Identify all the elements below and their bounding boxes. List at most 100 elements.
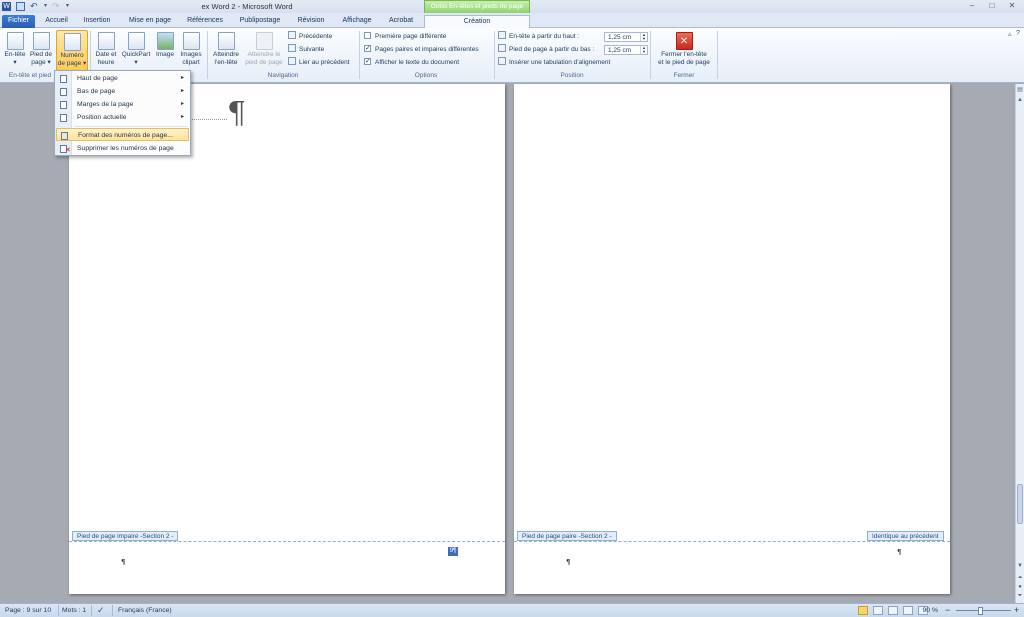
status-divider (58, 605, 59, 616)
clipart-button[interactable]: Images clipart (178, 30, 204, 72)
page-odd[interactable]: ¶ Pied de page impaire -Section 2 - 9¶ ¶ (69, 84, 505, 594)
current-position-icon (60, 114, 67, 122)
numero-de-page-button[interactable]: Numéro de page ▾ (56, 30, 88, 72)
suivante-button[interactable]: Suivante (288, 44, 324, 55)
fermer-entete-button[interactable]: ✕ Fermer l'en-tête et le pied de page (653, 30, 715, 72)
menu-item-position-actuelle[interactable]: Position actuelle ▸ (56, 111, 189, 124)
pied-bas-label: Pied de page à partir du bas : (509, 46, 595, 53)
goto-header-icon (217, 32, 235, 50)
atteindre-pied-button[interactable]: Atteindre le pied de page (243, 30, 285, 72)
tab-fichier[interactable]: Fichier (2, 15, 35, 28)
help-icon[interactable]: ? (1016, 30, 1020, 37)
previous-page-icon[interactable]: ⏶ (1016, 574, 1024, 583)
outline-view-icon[interactable] (903, 606, 913, 615)
menu-item-bas-de-page[interactable]: Bas de page ▸ (56, 85, 189, 98)
tab-affichage[interactable]: Affichage (336, 15, 378, 28)
tab-creation[interactable]: Création (424, 15, 530, 29)
spinner-arrows-icon[interactable]: ▲ ▼ (640, 46, 647, 54)
print-layout-view-icon[interactable] (858, 606, 868, 615)
word-count[interactable]: Mots : 1 (62, 604, 86, 617)
entete-button[interactable]: En-tête ▾ (2, 30, 28, 72)
group-label-fermer: Fermer (673, 72, 695, 79)
language-indicator[interactable]: Français (France) (118, 604, 172, 617)
title-bar: W ↶ ▾ ↷ ▾ ex Word 2 - Microsoft Word Out… (0, 0, 1024, 13)
tab-insertion[interactable]: Insertion (78, 15, 116, 28)
proofing-icon[interactable]: ✓ (97, 604, 105, 617)
web-layout-view-icon[interactable] (888, 606, 898, 615)
atteindre-pied-label-2: pied de page (245, 58, 283, 66)
zoom-level[interactable]: 90 % (920, 604, 939, 617)
zoom-in-icon[interactable]: + (1014, 604, 1019, 617)
menu-item-label: Bas de page (77, 88, 116, 95)
menu-item-label: Haut de page (77, 75, 118, 82)
tab-references[interactable]: Références (183, 15, 227, 28)
afficher-texte-checkbox[interactable]: Afficher le texte du document (364, 56, 459, 68)
premiere-page-check[interactable] (364, 32, 371, 39)
zoom-slider[interactable] (956, 610, 1011, 611)
next-page-icon[interactable]: ⏷ (1016, 592, 1024, 601)
scroll-down-icon[interactable]: ▼ (1016, 562, 1024, 571)
paires-impaires-checkbox[interactable]: Pages paires et impaires différentes (364, 43, 479, 55)
tab-accueil[interactable]: Accueil (40, 15, 73, 28)
precedente-button[interactable]: Précédente (288, 31, 332, 42)
image-button[interactable]: Image (153, 30, 177, 72)
entete-haut-spinner[interactable]: 1,25 cm ▲ ▼ (604, 32, 648, 42)
premiere-page-checkbox[interactable]: Première page différente (364, 31, 446, 42)
collapse-ribbon-icon[interactable]: ▵ (1008, 30, 1012, 38)
submenu-arrow-icon: ▸ (180, 75, 184, 81)
ruler-toggle-icon[interactable]: ▤ (1016, 86, 1024, 95)
group-divider (717, 31, 718, 79)
menu-item-haut-de-page[interactable]: Haut de page ▸ (56, 72, 189, 85)
afficher-texte-check[interactable] (364, 56, 371, 67)
scroll-up-icon[interactable]: ▲ (1016, 96, 1024, 105)
menu-item-label: Position actuelle (77, 114, 127, 121)
fermer-label-2: et le pied de page (658, 58, 710, 66)
zoom-slider-handle[interactable] (978, 607, 983, 615)
maximize-icon[interactable]: □ (985, 1, 999, 11)
menu-item-marges[interactable]: Marges de la page ▸ (56, 98, 189, 111)
image-label: Image (155, 51, 175, 58)
fermer-label-1: Fermer l'en-tête (661, 51, 707, 58)
status-divider (91, 605, 92, 616)
footer-paragraph-mark: ¶ (566, 558, 571, 566)
clipart-label-1: Images (180, 51, 202, 58)
browse-object-icon[interactable]: ● (1016, 583, 1024, 592)
lier-precedent-button[interactable]: Lier au précédent (288, 57, 350, 68)
quickpart-button[interactable]: QuickPart ▾ (120, 30, 152, 72)
pied-bas-label-row: Pied de page à partir du bas : (498, 44, 594, 55)
pied-label-2: page ▾ (31, 58, 51, 66)
atteindre-entete-button[interactable]: Atteindre l'en-tête (209, 30, 243, 72)
pied-bas-value[interactable]: 1,25 cm (608, 47, 631, 54)
inserer-tabulation-button[interactable]: Insérer une tabulation d'alignement (498, 57, 610, 68)
tab-mise-en-page[interactable]: Mise en page (122, 15, 178, 28)
inserer-tabulation-label: Insérer une tabulation d'alignement (509, 59, 611, 66)
paires-impaires-check[interactable] (364, 43, 371, 54)
tab-revision[interactable]: Révision (292, 15, 330, 28)
page-number-field[interactable]: 9¶ (448, 547, 458, 556)
page-margins-icon (60, 101, 67, 109)
menu-item-label: Marges de la page (77, 101, 134, 108)
zoom-out-icon[interactable]: − (945, 604, 950, 617)
pied-bas-spinner[interactable]: 1,25 cm ▲ ▼ (604, 45, 648, 55)
page-even[interactable]: Pied de page paire -Section 2 - Identiqu… (514, 84, 950, 594)
menu-item-format-numeros[interactable]: Format des numéros de page... (56, 128, 189, 141)
entete-haut-value[interactable]: 1,25 cm (608, 34, 631, 41)
top-of-page-icon (60, 75, 67, 83)
pied-de-page-button[interactable]: Pied de page ▾ (28, 30, 54, 72)
tab-publipostage[interactable]: Publipostage (234, 15, 286, 28)
premiere-page-label: Première page différente (375, 33, 447, 40)
vertical-scrollbar[interactable]: ▤ ▲ ▼ ⏶ ● ⏷ (1015, 84, 1024, 603)
date-heure-button[interactable]: Date et heure (93, 30, 119, 72)
full-screen-view-icon[interactable] (873, 606, 883, 615)
page-count[interactable]: Page : 9 sur 10 (5, 604, 51, 617)
document-area[interactable]: ¶ Pied de page impaire -Section 2 - 9¶ ¶… (0, 84, 1015, 603)
spinner-arrows-icon[interactable]: ▲ ▼ (640, 33, 647, 41)
group-label-position: Position (560, 72, 584, 79)
pied-label-1: Pied de (29, 51, 53, 58)
tab-acrobat[interactable]: Acrobat (384, 15, 418, 28)
menu-item-supprimer-numeros[interactable]: ✕ Supprimer les numéros de page (56, 142, 189, 155)
close-icon[interactable]: ✕ (1005, 1, 1019, 11)
scroll-thumb[interactable] (1017, 484, 1023, 524)
group-divider (650, 31, 651, 79)
minimize-icon[interactable]: – (965, 1, 979, 11)
